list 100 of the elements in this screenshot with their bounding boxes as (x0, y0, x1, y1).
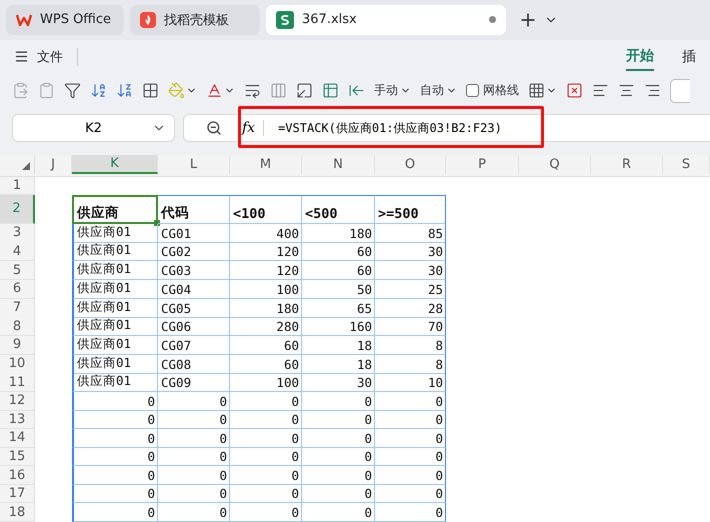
row-header[interactable]: 16 (0, 466, 35, 485)
ribbon-tab[interactable]: 开始 (626, 42, 654, 71)
row-header[interactable]: 7 (0, 298, 35, 318)
clipboard-icon[interactable] (38, 82, 55, 99)
table-cell: CG04 (158, 280, 230, 299)
table-cell: 180 (230, 298, 302, 318)
row-header[interactable]: 5 (0, 261, 35, 280)
clear-icon[interactable] (566, 82, 583, 99)
table-cell: 60 (302, 261, 375, 280)
gridlines-checkbox[interactable] (466, 84, 479, 97)
table-cell: 0 (158, 429, 230, 448)
ribbon-tab[interactable]: 插 (682, 44, 696, 70)
column-header[interactable]: P (446, 155, 519, 174)
align-right-icon[interactable] (644, 82, 661, 99)
row-header[interactable]: 8 (0, 317, 35, 336)
table-cell: 0 (230, 392, 302, 411)
border-icon[interactable] (142, 82, 159, 99)
row-header[interactable]: 1 (0, 177, 35, 195)
column-header[interactable]: N (302, 155, 375, 174)
align-center-icon[interactable] (618, 82, 635, 99)
table-cell: 0 (302, 429, 375, 448)
column-width-dropdown[interactable]: 自动 (420, 82, 457, 99)
formula-field[interactable]: fx =VSTACK(供应商01:供应商03!B2:F23) (183, 114, 710, 142)
sort-descending-icon[interactable] (116, 82, 133, 99)
freeze-icon[interactable] (348, 82, 365, 99)
input-field[interactable] (670, 78, 690, 102)
document-tab[interactable]: 找稻壳模板 (130, 4, 260, 35)
table-cell: 8 (375, 336, 446, 355)
table-cell: 0 (158, 448, 230, 466)
wrap-text-icon[interactable] (244, 82, 261, 99)
row-header[interactable]: 18 (0, 503, 35, 522)
table-cell: 0 (302, 503, 375, 522)
row-header[interactable]: 3 (0, 224, 35, 243)
row-header[interactable]: 2 (0, 194, 35, 224)
name-box[interactable]: K2 (12, 114, 175, 142)
table-cell: 160 (302, 317, 375, 336)
table-cell: 供应商01 (72, 317, 158, 336)
spreadsheet-logo-icon (276, 10, 294, 29)
row-header[interactable]: 10 (0, 354, 35, 374)
gridlines-label: 网格线 (483, 82, 519, 99)
function-label[interactable]: fx (242, 120, 264, 136)
table-cell: 供应商01 (72, 280, 158, 299)
row-header[interactable]: 15 (0, 448, 35, 466)
wps-logo-icon (16, 12, 32, 27)
row-height-dropdown[interactable]: 手动 (374, 82, 411, 99)
font-color-icon[interactable] (206, 82, 223, 99)
menu-icon[interactable] (14, 49, 29, 64)
row-header[interactable]: 11 (0, 373, 35, 392)
table-cell: 120 (230, 242, 302, 262)
table-cell: CG07 (158, 336, 230, 355)
row-header[interactable]: 12 (0, 392, 35, 411)
align-left-icon[interactable] (592, 82, 609, 99)
table-cell: >=500 (375, 194, 446, 224)
document-tab[interactable]: 367.xlsx (266, 4, 506, 35)
file-menu[interactable]: 文件 (37, 48, 63, 66)
table-cell: 供应商01 (72, 242, 158, 262)
column-header[interactable]: O (375, 155, 446, 174)
table-cell: 0 (158, 503, 230, 522)
table-cell: 0 (72, 484, 158, 504)
table-cell: 28 (375, 298, 446, 318)
document-tab[interactable]: WPS Office (6, 4, 124, 35)
table-cell: 0 (72, 392, 158, 411)
row-header[interactable]: 6 (0, 280, 35, 299)
table-cell: 85 (375, 224, 446, 243)
row-header[interactable]: 14 (0, 429, 35, 448)
row-header[interactable]: 13 (0, 410, 35, 430)
column-header[interactable]: L (158, 155, 230, 174)
table-cell: 供应商01 (72, 373, 158, 392)
table-cell: 400 (230, 224, 302, 243)
table-cell: 0 (375, 503, 446, 522)
row-header[interactable]: 9 (0, 336, 35, 355)
table-cell: 0 (72, 466, 158, 485)
column-header[interactable]: Q (519, 155, 591, 174)
row-header[interactable]: 17 (0, 484, 35, 504)
column-header[interactable]: S (663, 155, 710, 174)
sort-ascending-icon[interactable] (90, 82, 107, 99)
table-cell: 60 (302, 242, 375, 262)
table-cell: 供应商01 (72, 354, 158, 374)
row-icon[interactable] (296, 82, 313, 99)
table-cell: 0 (375, 410, 446, 430)
table-cell: 0 (302, 392, 375, 411)
table-cell: 0 (230, 484, 302, 504)
select-all-icon[interactable] (22, 162, 30, 170)
fill-color-icon[interactable] (168, 82, 185, 99)
table-cell: 供应商01 (72, 336, 158, 355)
table-cell: 0 (302, 466, 375, 485)
table-cell: 70 (375, 317, 446, 336)
table-cell: 0 (302, 484, 375, 504)
column-header[interactable]: M (230, 155, 302, 174)
column-header[interactable]: R (591, 155, 663, 174)
fill-handle[interactable] (154, 220, 160, 226)
row-header[interactable]: 4 (0, 242, 35, 262)
cell-style-icon[interactable] (528, 82, 545, 99)
zoom-icon[interactable] (206, 120, 222, 136)
table-cell: 供应商01 (72, 298, 158, 318)
table-cell: 30 (375, 242, 446, 262)
column-header[interactable]: K (72, 155, 158, 174)
table-icon[interactable] (322, 82, 339, 99)
filter-icon[interactable] (64, 82, 81, 99)
table-cell: CG09 (158, 373, 230, 392)
